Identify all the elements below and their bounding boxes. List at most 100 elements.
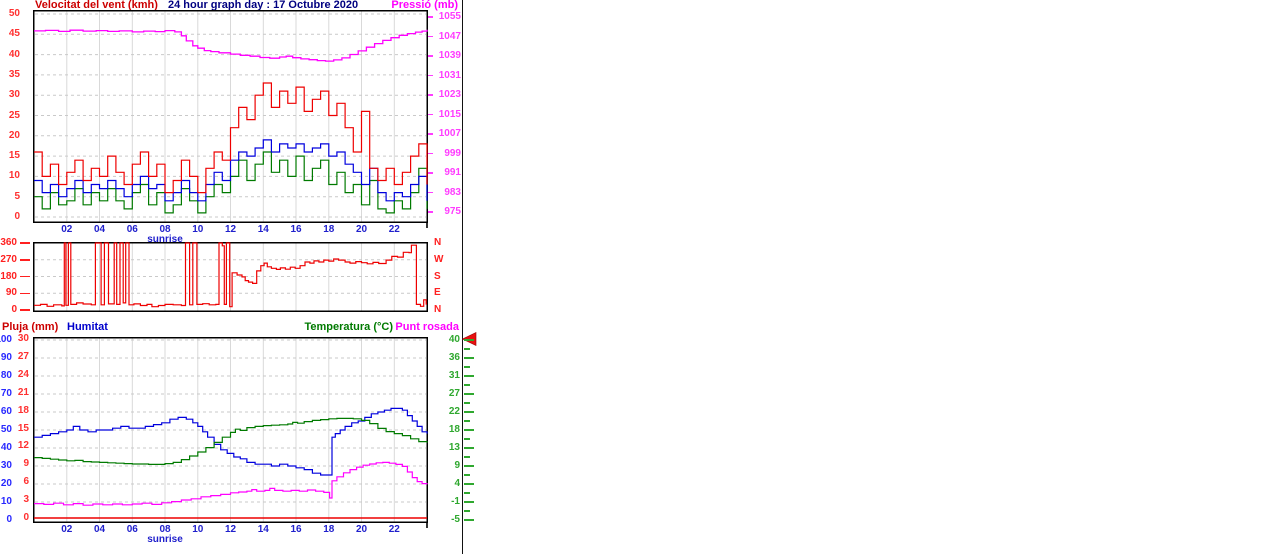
rain-humidity-temperature-axis-label: 27 bbox=[17, 350, 29, 362]
axis-tick bbox=[20, 275, 30, 278]
rain-humidity-temperature-axis-label: 18 bbox=[448, 424, 460, 435]
rain-humidity-temperature-axis-label: 90 bbox=[0, 352, 12, 363]
sunrise-label: sunrise bbox=[147, 534, 183, 545]
rain-humidity-temperature-axis-label: 0 bbox=[6, 514, 12, 525]
wind-direction-chart bbox=[33, 242, 428, 312]
rain-humidity-temperature-axis-label: 4 bbox=[454, 478, 460, 489]
rain-humidity-temperature-axis-label: 36 bbox=[448, 352, 460, 363]
wind-direction-axis-label: 360 bbox=[0, 237, 17, 248]
wind-direction-axis-label: N bbox=[434, 237, 442, 248]
rain-humidity-temperature-axis-label: 6 bbox=[23, 476, 29, 488]
wind-pressure-axis-label: 983 bbox=[444, 186, 461, 198]
x-axis-label: 12 bbox=[224, 524, 237, 535]
rain-humidity-temperature-axis-label: 15 bbox=[17, 422, 29, 434]
temperature-axis-line bbox=[461, 0, 463, 554]
rain-humidity-temperature-axis-label: 50 bbox=[0, 424, 12, 435]
rain-humidity-temperature-axis-label: 30 bbox=[17, 333, 29, 344]
x-axis-label: 16 bbox=[290, 224, 302, 235]
axis-tick bbox=[464, 339, 474, 341]
temperature-title: Temperatura (°C) bbox=[304, 321, 393, 333]
rain-humidity-temperature-axis-label: 3 bbox=[23, 494, 29, 506]
axis-tick bbox=[20, 309, 30, 311]
x-axis-label: 12 bbox=[224, 224, 237, 235]
wind-direction-axis-label: 270 bbox=[0, 253, 17, 265]
rain-humidity-temperature-axis-label: 80 bbox=[0, 370, 12, 381]
rain-humidity-temperature-axis-label: 18 bbox=[17, 404, 29, 416]
x-axis-label: 20 bbox=[355, 524, 368, 535]
rain-humidity-temperature-axis-label: 12 bbox=[17, 440, 29, 452]
axis-tick bbox=[464, 510, 470, 512]
wind-direction-axis-label: 180 bbox=[0, 270, 17, 282]
wind-pressure-axis-label: 1031 bbox=[438, 69, 461, 81]
x-axis-label: 10 bbox=[192, 524, 204, 535]
axis-tick bbox=[464, 501, 474, 503]
x-axis-label: 22 bbox=[388, 224, 400, 235]
axis-tick bbox=[428, 113, 433, 116]
wind-pressure-axis-label: 40 bbox=[8, 48, 20, 60]
axis-tick bbox=[464, 429, 474, 431]
axis-tick bbox=[428, 211, 433, 213]
x-axis-label: 02 bbox=[61, 224, 73, 235]
wind-pressure-axis-label: 50 bbox=[8, 8, 20, 19]
axis-tick bbox=[464, 402, 470, 404]
x-axis-end-tick bbox=[426, 223, 428, 228]
rain-humidity-temperature-axis-label: 30 bbox=[0, 460, 12, 471]
x-axis-label: 14 bbox=[257, 224, 269, 235]
wind-direction-axis-label: 0 bbox=[11, 304, 17, 315]
rain-humidity-temperature-axis-label: 70 bbox=[0, 388, 12, 399]
axis-tick bbox=[464, 384, 470, 386]
rain-humidity-temperature-axis-label: 13 bbox=[448, 442, 460, 453]
x-axis-label: 02 bbox=[61, 524, 73, 535]
wind-direction-axis-label: N bbox=[434, 304, 442, 315]
axis-tick bbox=[464, 519, 474, 521]
axis-tick bbox=[428, 191, 433, 194]
rain-humidity-temperature-axis-label: 22 bbox=[448, 406, 460, 417]
weather-graph-page: Velocitat del vent (kmh) 24 hour graph d… bbox=[0, 0, 1280, 554]
rain-humidity-temperature-axis-label: 40 bbox=[448, 334, 460, 345]
axis-tick bbox=[464, 483, 474, 485]
rain-humidity-temperature-axis-label: 0 bbox=[23, 512, 29, 523]
rain-humidity-temperature-axis-label: 60 bbox=[0, 406, 12, 417]
rain-humidity-temperature-axis-label: 21 bbox=[17, 386, 29, 398]
axis-tick bbox=[464, 447, 474, 449]
wind-pressure-axis-label: 20 bbox=[8, 129, 20, 141]
wind-pressure-axis-label: 10 bbox=[8, 170, 20, 182]
x-axis-label: 04 bbox=[93, 524, 106, 535]
rain-humidity-temperature-chart bbox=[33, 337, 428, 523]
axis-tick bbox=[428, 35, 433, 38]
x-axis-label: 22 bbox=[388, 524, 400, 535]
wind-pressure-axis-label: 25 bbox=[8, 109, 20, 121]
axis-tick bbox=[428, 172, 433, 174]
axis-tick bbox=[464, 474, 470, 476]
wind-pressure-axis-label: 991 bbox=[444, 167, 461, 178]
x-axis-label: 20 bbox=[355, 224, 368, 235]
wind-pressure-axis-label: 1007 bbox=[438, 128, 461, 139]
wind-pressure-axis-label: 30 bbox=[8, 89, 20, 101]
wind-pressure-axis-label: 5 bbox=[14, 190, 20, 202]
axis-tick bbox=[464, 375, 474, 377]
rain-humidity-temperature-axis-label: -5 bbox=[451, 514, 460, 525]
rain-humidity-temperature-axis-label: 9 bbox=[454, 460, 460, 471]
axis-tick bbox=[428, 55, 433, 57]
rain-humidity-temperature-axis-label: 20 bbox=[0, 478, 12, 489]
rain-humidity-temperature-axis-label: 27 bbox=[448, 388, 460, 399]
wind-direction-axis-label: E bbox=[434, 287, 441, 299]
rain-humidity-temperature-axis-label: -1 bbox=[451, 496, 460, 507]
wind-pressure-axis-label: 15 bbox=[8, 150, 20, 162]
axis-tick bbox=[428, 16, 433, 18]
rain-humidity-temperature-axis-label: 31 bbox=[448, 370, 460, 381]
wind-pressure-axis-label: 1047 bbox=[438, 30, 461, 42]
x-axis-label: 16 bbox=[290, 524, 302, 535]
axis-tick bbox=[464, 492, 470, 494]
axis-tick bbox=[464, 366, 470, 368]
axis-tick bbox=[464, 420, 470, 422]
rain-title: Pluja (mm) bbox=[2, 321, 59, 333]
axis-tick bbox=[20, 292, 30, 294]
wind-pressure-axis-label: 35 bbox=[8, 68, 20, 80]
rain-humidity-temperature-axis-label: 24 bbox=[17, 368, 29, 380]
wind-pressure-axis-label: 1039 bbox=[438, 50, 461, 61]
wind-direction-axis-label: W bbox=[434, 253, 444, 265]
rain-humidity-temperature-axis-label: 40 bbox=[0, 442, 12, 453]
x-axis-label: 04 bbox=[93, 224, 106, 235]
axis-tick bbox=[464, 348, 470, 350]
